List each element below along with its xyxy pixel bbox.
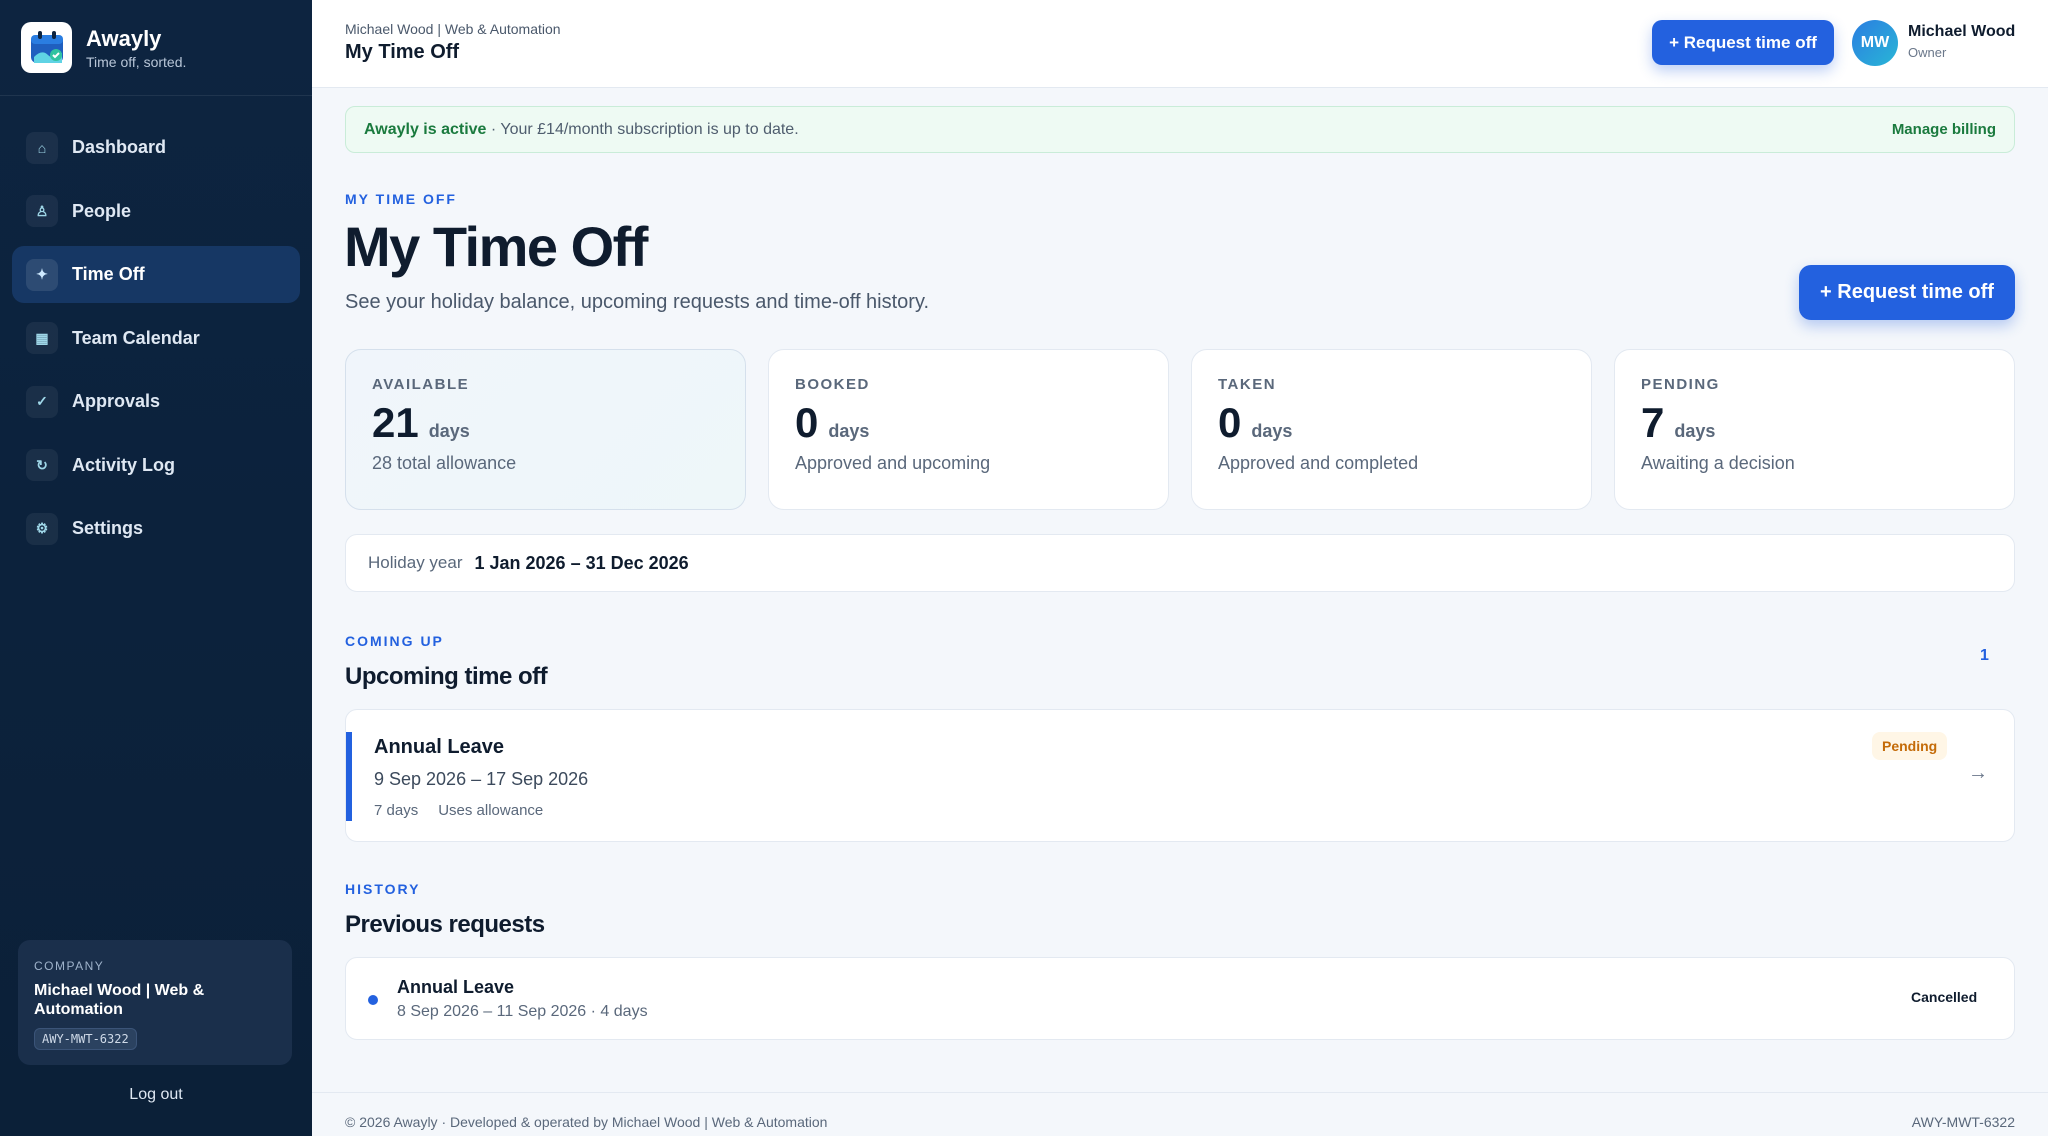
stat-unit: days [1251,421,1293,441]
sidebar-item-label: Settings [72,518,144,538]
header-request-time-off-button[interactable]: + Request time off [1652,20,1834,65]
app-logo-icon [21,22,72,73]
status-dot-icon [368,995,378,1005]
request-meta: 7 days Uses allowance [374,802,543,819]
footer-copyright: © 2026 Awayly · Developed & operated by … [345,1114,828,1130]
upcoming-count-badge: 1 [1980,647,1989,664]
status-badge: Pending [1872,732,1948,760]
sidebar-item-label: Time Off [72,264,145,284]
sidebar-item-label: Activity Log [72,454,176,475]
brand[interactable]: Awayly Time off, sorted. [0,0,312,96]
stat-description: 28 total allowance [372,453,517,473]
holiday-year-bar: Holiday year 1 Jan 2026 – 31 Dec 2026 [345,534,2015,592]
request-days: 7 days [374,802,419,819]
request-type: Annual Leave [397,977,515,997]
stat-unit: days [428,421,470,441]
stat-unit: days [1674,421,1716,441]
sidebar-item-label: Approvals [72,391,161,411]
top-header: Michael Wood | Web & Automation My Time … [312,0,2048,88]
upcoming-request-card[interactable]: Annual Leave 9 Sep 2026 – 17 Sep 2026 7 … [345,709,2015,842]
stat-label: TAKEN [1218,376,1277,393]
sidebar-item-team-calendar[interactable]: ▦ Team Calendar [12,310,300,367]
request-dates: 9 Sep 2026 – 17 Sep 2026 [374,769,589,789]
stat-value: 0 [1218,399,1242,446]
header-title: My Time Off [345,41,460,63]
sidebar-item-label: Dashboard [72,137,167,157]
people-icon: ♙ [26,195,58,227]
arrow-right-icon[interactable]: → [1968,762,1988,785]
page-title: My Time Off [344,215,648,278]
history-title: Previous requests [345,911,545,938]
stat-label: BOOKED [795,376,870,393]
status-label: Cancelled [1911,989,1978,1005]
user-name: Michael Wood [1908,23,2016,40]
footer: © 2026 Awayly · Developed & operated by … [312,1092,2048,1136]
history-icon: ↻ [26,449,58,481]
stat-value: 7 [1641,399,1665,446]
sidebar-item-people[interactable]: ♙ People [12,183,300,240]
stat-description: Approved and completed [1218,453,1419,473]
user-role: Owner [1908,45,1947,60]
stat-value: 0 [795,399,819,446]
stat-card-pending: PENDING 7 days Awaiting a decision [1614,349,2015,510]
brand-name: Awayly [86,25,162,51]
sidebar-nav: ⌂ Dashboard ♙ People ✦ Time Off ▦ Team C… [0,96,312,557]
sidebar-item-approvals[interactable]: ✓ Approvals [12,373,300,430]
upcoming-eyebrow: COMING UP [345,633,444,649]
request-type: Annual Leave [374,736,505,758]
breadcrumb: Michael Wood | Web & Automation [345,21,561,37]
footer-code: AWY-MWT-6322 [1911,1114,2015,1130]
accent-bar [346,732,352,821]
avatar[interactable]: MW [1852,20,1898,66]
subscription-alert: Awayly is active · Your £14/month subscr… [345,106,2015,153]
upcoming-title: Upcoming time off [345,663,548,690]
company-label: COMPANY [34,959,105,973]
stat-card-taken: TAKEN 0 days Approved and completed [1191,349,1592,510]
page-eyebrow: MY TIME OFF [345,191,457,207]
brand-tagline: Time off, sorted. [86,53,187,70]
alert-status: Awayly is active [364,120,487,138]
request-note: Uses allowance [438,802,544,819]
sidebar-item-activity-log[interactable]: ↻ Activity Log [12,437,300,494]
sidebar-item-settings[interactable]: ⚙ Settings [12,500,300,557]
sidebar: Awayly Time off, sorted. ⌂ Dashboard ♙ P… [0,0,312,1136]
stat-description: Awaiting a decision [1641,453,1795,473]
sidebar-item-dashboard[interactable]: ⌂ Dashboard [12,119,300,176]
sidebar-item-label: Team Calendar [72,327,200,348]
logout-button[interactable]: Log out [0,1086,312,1104]
company-code: AWY-MWT-6322 [34,1028,137,1050]
request-detail: 8 Sep 2026 – 11 Sep 2026 · 4 days [397,1003,648,1020]
sparkle-icon: ✦ [26,258,58,291]
holiday-year-value: 1 Jan 2026 – 31 Dec 2026 [474,552,689,573]
alert-text: · Your £14/month subscription is up to d… [486,120,799,138]
holiday-year-label: Holiday year [368,553,463,572]
sidebar-item-label: People [72,200,132,221]
manage-billing-link[interactable]: Manage billing [1892,121,1996,138]
stat-value: 21 [372,399,419,446]
check-icon: ✓ [26,385,58,418]
stat-label: PENDING [1641,376,1720,393]
calendar-icon: ▦ [26,322,58,354]
home-icon: ⌂ [26,131,58,164]
gear-icon: ⚙ [26,512,58,545]
history-request-row[interactable]: Annual Leave 8 Sep 2026 – 11 Sep 2026 · … [345,957,2015,1040]
stat-description: Approved and upcoming [795,453,991,473]
company-card: COMPANY Michael Wood | Web & Automation … [18,940,292,1065]
sidebar-item-time-off[interactable]: ✦ Time Off [12,246,300,303]
stat-label: AVAILABLE [372,376,470,393]
company-name: Michael Wood | Web & Automation [34,982,205,1018]
page-subtitle: See your holiday balance, upcoming reque… [345,291,930,313]
stat-card-available: AVAILABLE 21 days 28 total allowance [345,349,746,510]
request-time-off-button[interactable]: + Request time off [1799,265,2015,320]
stat-unit: days [828,421,870,441]
stat-card-booked: BOOKED 0 days Approved and upcoming [768,349,1169,510]
history-eyebrow: HISTORY [345,881,421,897]
